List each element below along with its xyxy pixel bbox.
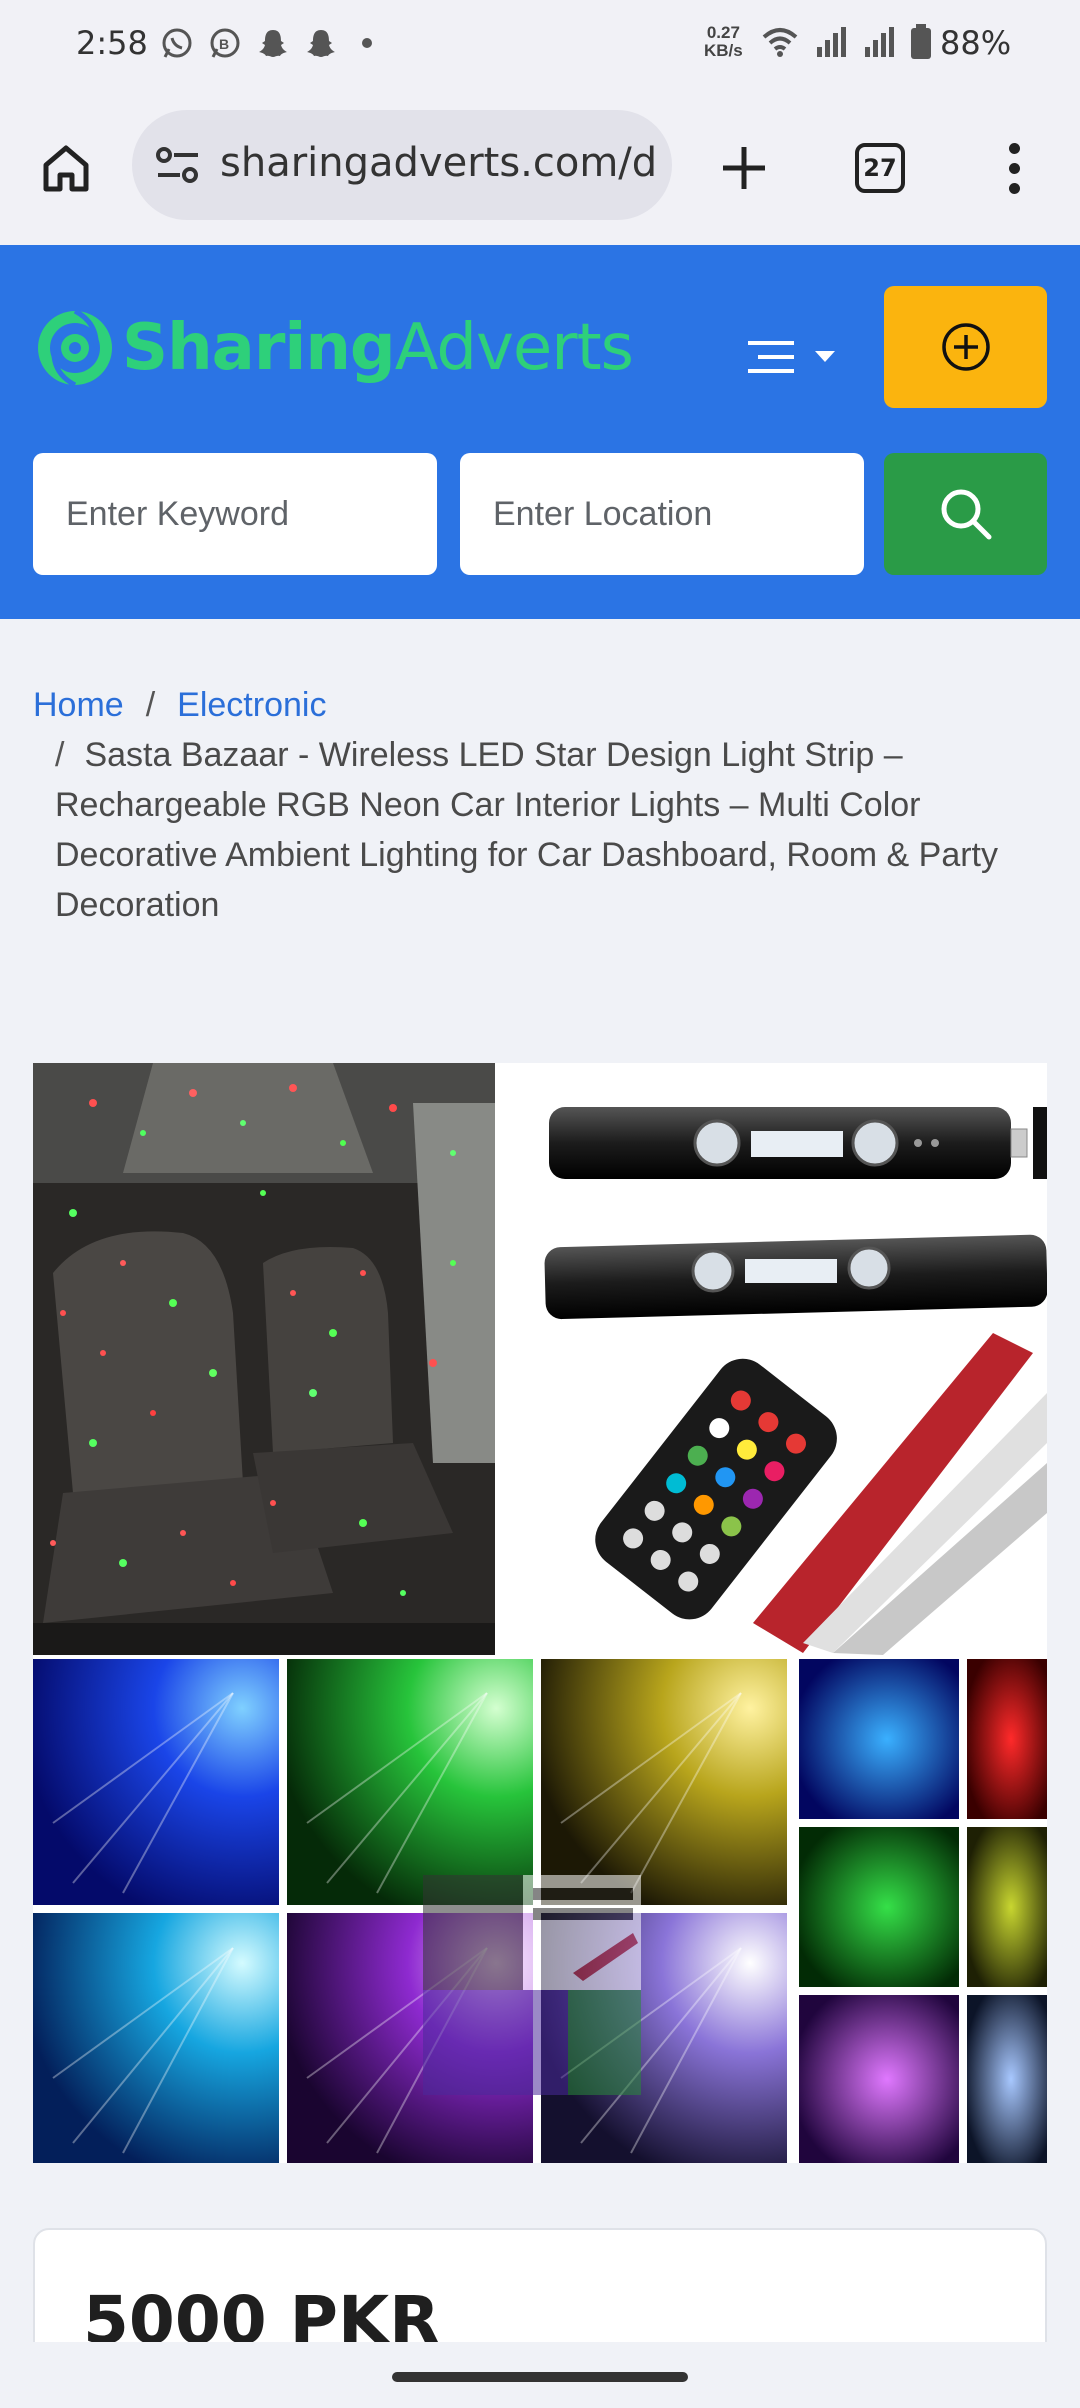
url-text[interactable]: sharingadverts.com/d [220,140,660,186]
status-bar: 2:58 B 0.27 KB/s 88% [0,0,1080,90]
gesture-handle[interactable] [392,2372,688,2382]
home-button[interactable] [28,130,104,206]
plus-icon [723,147,765,189]
breadcrumb-category-link[interactable]: Electronic [177,686,326,724]
breadcrumb-top-row: Home / Electronic [33,680,1033,730]
status-time: 2:58 [76,24,148,62]
new-tab-button[interactable] [706,130,782,206]
search-icon [941,489,991,540]
keyword-input[interactable] [33,453,437,575]
location-input[interactable] [460,453,864,575]
battery-percent: 88% [940,24,1012,62]
system-icons [760,24,932,65]
blue-swatch [799,1659,959,1819]
signal-icon [814,25,848,64]
signal-icon [862,25,896,64]
breadcrumb-home-link[interactable]: Home [33,686,124,724]
snapchat-icon [304,26,338,60]
snapchat-icon [256,26,290,60]
logo-text: SharingAdverts [122,311,634,385]
red-swatch [967,1659,1047,1819]
breadcrumb: Home / Electronic / Sasta Bazaar - Wireless… [33,680,1033,930]
menu-dot [1008,162,1020,174]
olive-swatch [967,1827,1047,1987]
logo-text-bold: Sharing [122,311,396,385]
network-speed-value: 0.27 [706,23,740,42]
notification-icons: B [160,26,372,60]
cyan-light-photo [33,1913,279,2163]
yellow-light-photo [541,1659,787,1905]
hamburger-icon [748,341,794,373]
breadcrumb-separator: / [145,686,156,724]
green-swatch [799,1827,959,1987]
breadcrumb-current-title: Sasta Bazaar - Wireless LED Star Design … [55,736,999,924]
browser-toolbar: sharingadverts.com/d 27 [0,90,1080,245]
product-image[interactable] [33,1063,1047,2163]
logo-mark-icon [38,308,112,388]
svg-text:B: B [219,36,229,52]
blue-light-photo [33,1659,279,1905]
browser-menu-button[interactable] [976,130,1052,206]
more-notifications-dot [362,38,372,48]
whatsapp-business-icon: B [208,26,242,60]
navigation-gesture-bar [0,2342,1080,2408]
breadcrumb-current-item: / Sasta Bazaar - Wireless LED Star Design… [33,730,1033,930]
menu-dot [1008,182,1020,194]
whatsapp-icon [160,26,194,60]
green-light-photo [287,1659,533,1905]
site-logo[interactable]: SharingAdverts [36,293,634,403]
search-button[interactable] [884,453,1047,575]
site-header: SharingAdverts [0,245,1080,619]
menu-dot [1008,142,1020,154]
site-settings-icon[interactable] [154,143,202,187]
plus-circle-icon [941,323,990,371]
network-speed-unit: KB/s [704,41,743,60]
logo-text-light: Adverts [394,311,634,385]
nav-menu-toggle[interactable] [746,325,846,389]
home-icon [43,145,89,192]
post-ad-button[interactable] [884,286,1047,408]
caret-down-icon [815,351,835,362]
image-thumbnail-overlay [423,1875,641,2095]
battery-icon [910,24,932,65]
address-bar[interactable]: sharingadverts.com/d [132,110,672,220]
tab-count: 27 [855,143,905,193]
slate-swatch [967,1995,1047,2163]
network-speed: 0.27 KB/s [704,24,743,60]
breadcrumb-separator: / [55,736,65,774]
violet-swatch [799,1995,959,2163]
product-image-collage [33,1063,1047,2163]
tab-switcher-button[interactable]: 27 [842,130,918,206]
wifi-icon [760,25,800,64]
